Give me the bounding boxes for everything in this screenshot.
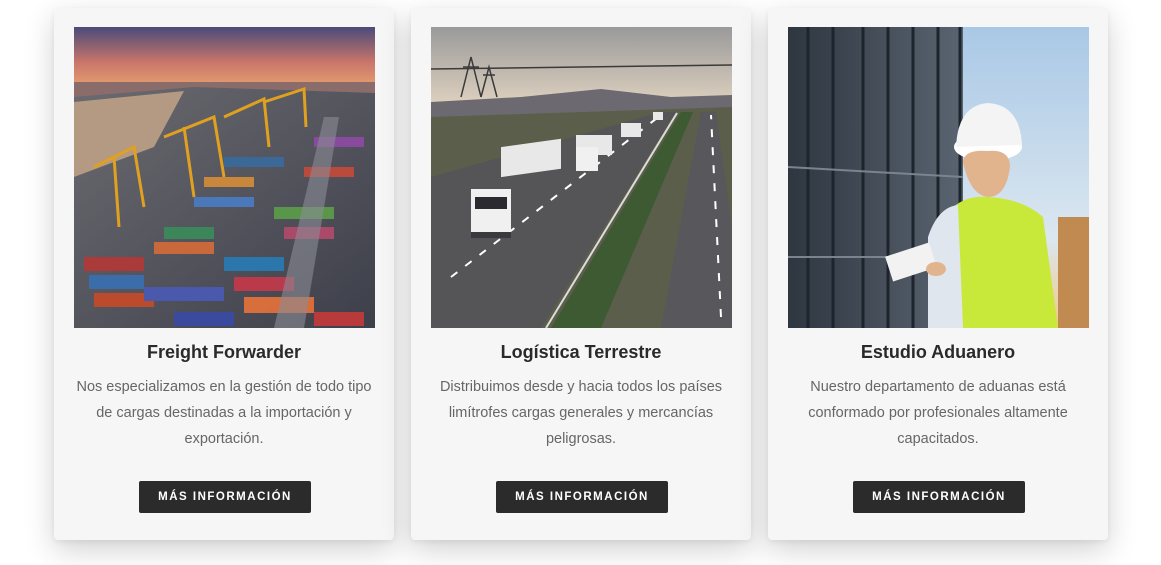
- card-description: Nuestro departamento de aduanas está con…: [808, 379, 1068, 447]
- card-title: Estudio Aduanero: [860, 342, 1016, 362]
- service-card-logistica-terrestre: Logística Terrestre Distribuimos desde y…: [411, 8, 751, 540]
- highway-trucks-image: [431, 27, 732, 328]
- card-description: Nos especializamos en la gestión de todo…: [76, 379, 372, 447]
- service-card-estudio-aduanero: Estudio Aduanero Nuestro departamento de…: [768, 8, 1108, 540]
- more-info-button[interactable]: MÁS INFORMACIÓN: [853, 481, 1025, 513]
- customs-inspector-image: [788, 27, 1089, 328]
- port-containers-image: [74, 27, 375, 328]
- card-title: Freight Forwarder: [146, 342, 302, 362]
- service-card-freight-forwarder: Freight Forwarder Nos especializamos en …: [54, 8, 394, 540]
- more-info-button[interactable]: MÁS INFORMACIÓN: [139, 481, 311, 513]
- card-title: Logística Terrestre: [500, 342, 662, 362]
- card-description: Distribuimos desde y hacia todos los paí…: [439, 379, 723, 447]
- more-info-button[interactable]: MÁS INFORMACIÓN: [496, 481, 668, 513]
